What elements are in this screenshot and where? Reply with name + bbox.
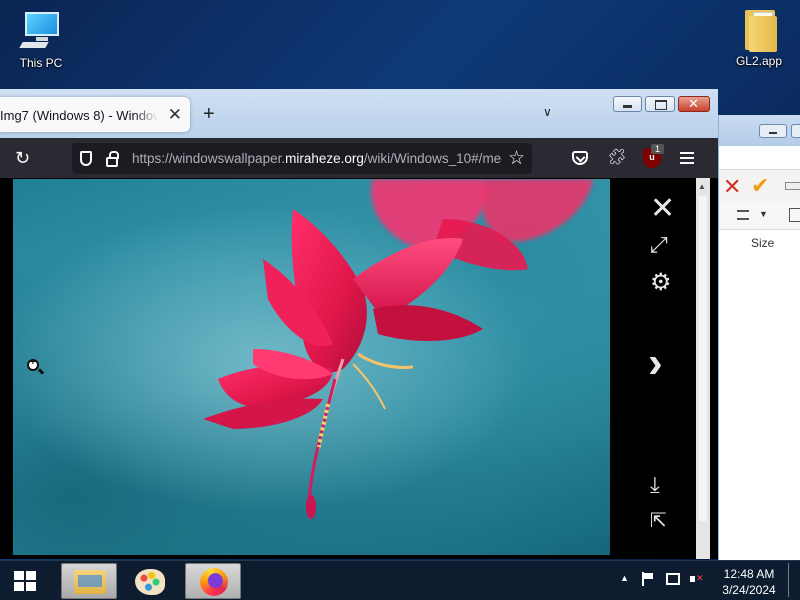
shield-icon[interactable]: [80, 151, 92, 166]
file-explorer-icon: [74, 570, 106, 594]
url-path: /wiki/Windows_10#/media/: [363, 151, 502, 166]
start-button[interactable]: [14, 571, 36, 591]
ublock-badge: 1: [651, 144, 665, 154]
taskbar-firefox[interactable]: [185, 563, 241, 599]
reload-icon[interactable]: ↻: [15, 148, 30, 169]
extensions-icon[interactable]: 🧩︎: [607, 147, 627, 167]
close-window-button[interactable]: [678, 96, 710, 112]
navigation-toolbar: ↻ https://windowswallpaper.miraheze.org/…: [0, 138, 718, 178]
paint-palette-icon: [135, 569, 165, 595]
explorer-view-bar: ▼: [719, 202, 800, 230]
checkmark-icon[interactable]: ✔: [751, 173, 769, 199]
wallpaper-image[interactable]: [13, 179, 610, 555]
view-options-icon[interactable]: [737, 210, 749, 220]
computer-icon: [17, 8, 65, 52]
chevron-down-icon[interactable]: ∨: [543, 105, 552, 119]
new-tab-button[interactable]: +: [203, 103, 215, 126]
scrollbar[interactable]: ▲: [696, 178, 710, 559]
tab-strip: Img7 (Windows 8) - Windows 10 Wallpapers…: [0, 89, 718, 138]
close-icon[interactable]: ✕: [650, 194, 675, 224]
lock-icon[interactable]: [106, 151, 119, 167]
star-icon[interactable]: ☆: [508, 147, 525, 170]
download-icon[interactable]: ⤓: [650, 472, 660, 498]
expand-icon[interactable]: ⤢: [650, 232, 668, 258]
url-domain: miraheze.org: [285, 151, 364, 166]
url-prefix: https://windowswallpaper.: [132, 151, 286, 166]
tab-title: Img7 (Windows 8) - Windows 10 Wallpapers: [0, 108, 158, 123]
firefox-icon: [200, 568, 228, 596]
flower-image: [203, 179, 593, 519]
scroll-up-icon[interactable]: ▲: [698, 182, 706, 191]
file-list: [719, 254, 800, 584]
browser-tab[interactable]: Img7 (Windows 8) - Windows 10 Wallpapers…: [0, 97, 190, 132]
share-icon[interactable]: ⇱: [650, 508, 667, 533]
minimize-button[interactable]: [613, 96, 642, 112]
menu-icon[interactable]: [680, 152, 694, 164]
minimize-button[interactable]: [759, 124, 787, 138]
volume-muted-icon[interactable]: [690, 572, 704, 586]
desktop-icon-gl2-app[interactable]: GL2.app: [722, 6, 796, 68]
rename-icon[interactable]: [785, 182, 800, 190]
folder-icon: [735, 6, 783, 52]
url-text[interactable]: https://windowswallpaper.miraheze.org/wi…: [132, 151, 502, 166]
pocket-icon[interactable]: [572, 151, 588, 165]
explorer-toolbar: ✕ ✔: [719, 170, 800, 202]
firefox-window: Img7 (Windows 8) - Windows 10 Wallpapers…: [0, 89, 718, 559]
maximize-button[interactable]: [645, 96, 675, 112]
explorer-titlebar: [719, 115, 800, 146]
taskbar-paint[interactable]: [123, 563, 179, 599]
chevron-down-icon[interactable]: ▼: [759, 209, 768, 219]
explorer-window: ✕ ✔ ▼ Size: [718, 115, 800, 584]
column-header-size[interactable]: Size: [719, 230, 800, 254]
chevron-up-icon[interactable]: ▲: [620, 573, 629, 583]
explorer-address-bar[interactable]: [719, 146, 800, 170]
chevron-right-icon[interactable]: ›: [648, 338, 663, 388]
taskbar-file-explorer[interactable]: [61, 563, 117, 599]
taskbar: ▲ 12:48 AM 3/24/2024: [0, 560, 800, 600]
network-icon[interactable]: [666, 573, 680, 585]
desktop-icon-this-pc[interactable]: This PC: [4, 8, 78, 70]
maximize-button[interactable]: [791, 124, 800, 138]
action-center-flag-icon[interactable]: [642, 572, 654, 586]
desktop-icon-label: This PC: [19, 56, 63, 70]
gear-icon[interactable]: ⚙: [650, 268, 672, 297]
clock[interactable]: 12:48 AM 3/24/2024: [708, 566, 790, 598]
lightbox-controls: ✕ ⤢ ⚙ › ⤓ ⇱: [610, 178, 696, 559]
delete-icon[interactable]: ✕: [723, 174, 741, 200]
clock-date: 3/24/2024: [722, 583, 776, 597]
preview-pane-icon[interactable]: [789, 208, 800, 222]
close-icon[interactable]: ✕: [168, 105, 182, 125]
desktop-icon-label: GL2.app: [735, 54, 783, 68]
url-bar[interactable]: https://windowswallpaper.miraheze.org/wi…: [72, 143, 532, 174]
scrollbar-thumb[interactable]: [699, 196, 707, 521]
clock-time: 12:48 AM: [723, 567, 775, 581]
zoom-in-cursor-icon: [27, 357, 39, 371]
page-content: ✕ ⤢ ⚙ › ⤓ ⇱ ▲: [0, 178, 718, 559]
show-desktop-button[interactable]: [788, 563, 796, 597]
